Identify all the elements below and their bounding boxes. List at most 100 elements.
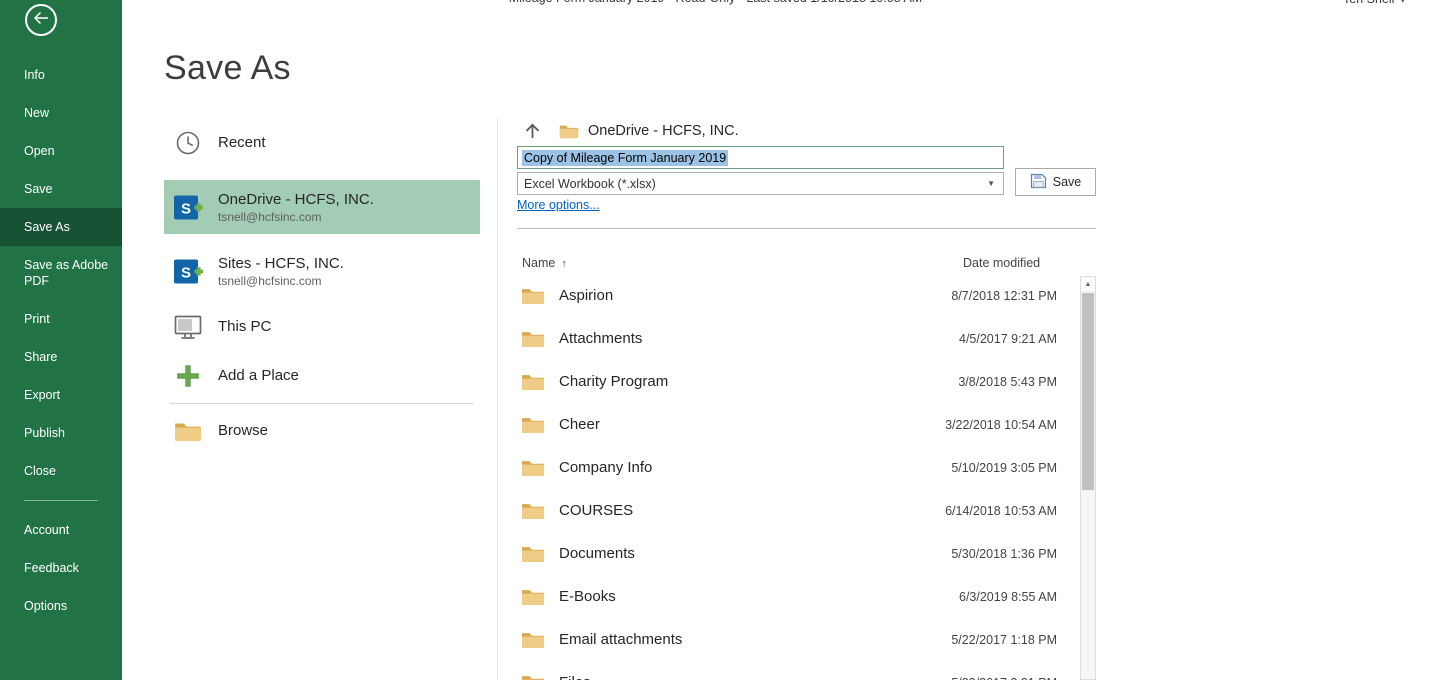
folder-date-modified: 5/22/2017 1:18 PM (951, 633, 1057, 647)
folder-icon (521, 458, 547, 477)
folder-row[interactable]: E-Books 6/3/2019 8:55 AM (517, 575, 1057, 618)
sidebar-item-export[interactable]: Export (0, 376, 122, 414)
folder-icon (521, 415, 547, 434)
folder-name: E-Books (559, 588, 616, 605)
places-list: Recent S OneDrive - HCFS, INC. tsnell@hc… (164, 121, 480, 453)
backstage-sidebar: Info New Open Save Save As Save as Adobe… (0, 0, 122, 680)
chevron-down-icon: ▾ (1400, 0, 1405, 5)
sidebar-item-open[interactable]: Open (0, 132, 122, 170)
sidebar-item-save-as-adobe-pdf[interactable]: Save as Adobe PDF (0, 246, 122, 300)
backstage-nav: Info New Open Save Save As Save as Adobe… (0, 56, 122, 625)
folder-icon (521, 286, 547, 305)
folder-icon (559, 123, 579, 139)
user-name: Teri Snell (1343, 0, 1394, 6)
save-button-label: Save (1053, 175, 1082, 189)
places-divider (170, 403, 474, 404)
save-icon (1030, 173, 1047, 192)
column-header-date-modified[interactable]: Date modified (963, 256, 1040, 270)
plus-icon (172, 360, 204, 392)
folder-row[interactable]: Aspirion 8/7/2018 12:31 PM (517, 274, 1057, 317)
folder-row[interactable]: Charity Program 3/8/2018 5:43 PM (517, 360, 1057, 403)
folder-name: Files (559, 674, 591, 680)
folder-row[interactable]: Cheer 3/22/2018 10:54 AM (517, 403, 1057, 446)
folder-name: Documents (559, 545, 635, 562)
place-subtitle: tsnell@hcfsinc.com (218, 210, 374, 224)
folder-date-modified: 5/10/2019 3:05 PM (951, 461, 1057, 475)
place-sites[interactable]: S Sites - HCFS, INC. tsnell@hcfsinc.com (164, 244, 480, 298)
titlebar: Mileage Form January 2019 - Read-Only - … (122, 0, 1431, 14)
computer-icon (172, 311, 204, 343)
folder-list: Aspirion 8/7/2018 12:31 PM Attachments 4… (517, 274, 1057, 680)
folder-icon (521, 372, 547, 391)
clock-icon (172, 127, 204, 159)
caret-down-icon: ▼ (987, 179, 995, 188)
place-recent[interactable]: Recent (164, 121, 480, 165)
folder-row[interactable]: Documents 5/30/2018 1:36 PM (517, 532, 1057, 575)
folder-date-modified: 5/30/2018 1:36 PM (951, 547, 1057, 561)
sidebar-item-save[interactable]: Save (0, 170, 122, 208)
scrollbar[interactable]: ▲ (1080, 276, 1096, 680)
folder-date-modified: 3/22/2018 10:54 AM (945, 418, 1057, 432)
sidebar-item-save-as[interactable]: Save As (0, 208, 122, 246)
sidebar-item-new[interactable]: New (0, 94, 122, 132)
scrollbar-thumb[interactable] (1082, 293, 1094, 490)
folder-date-modified: 8/7/2018 12:31 PM (951, 289, 1057, 303)
place-label: Sites - HCFS, INC. (218, 255, 344, 272)
filetype-dropdown[interactable]: Excel Workbook (*.xlsx) ▼ (517, 172, 1004, 195)
sidebar-item-info[interactable]: Info (0, 56, 122, 94)
place-label: Browse (218, 422, 268, 439)
place-label: OneDrive - HCFS, INC. (218, 191, 374, 208)
sidebar-divider (24, 500, 98, 501)
filename-input[interactable]: Copy of Mileage Form January 2019 (517, 146, 1004, 169)
back-button[interactable] (25, 4, 57, 36)
sidebar-item-publish[interactable]: Publish (0, 414, 122, 452)
account-user[interactable]: Teri Snell ▾ (1343, 0, 1405, 6)
folder-name: Email attachments (559, 631, 682, 648)
folder-date-modified: 3/8/2018 5:43 PM (958, 375, 1057, 389)
sidebar-item-feedback[interactable]: Feedback (0, 549, 122, 587)
folder-name: Attachments (559, 330, 642, 347)
folder-row[interactable]: Files 5/23/2017 2:31 PM (517, 661, 1057, 680)
panel-separator (497, 118, 498, 680)
list-divider (517, 228, 1096, 229)
place-add-a-place[interactable]: Add a Place (164, 354, 480, 398)
folder-name: COURSES (559, 502, 633, 519)
folder-icon (521, 673, 547, 680)
place-this-pc[interactable]: This PC (164, 305, 480, 349)
folder-date-modified: 6/3/2019 8:55 AM (959, 590, 1057, 604)
sidebar-item-print[interactable]: Print (0, 300, 122, 338)
folder-date-modified: 6/14/2018 10:53 AM (945, 504, 1057, 518)
folder-icon (521, 587, 547, 606)
folder-name: Company Info (559, 459, 652, 476)
folder-icon (521, 544, 547, 563)
folder-row[interactable]: Company Info 5/10/2019 3:05 PM (517, 446, 1057, 489)
place-subtitle: tsnell@hcfsinc.com (218, 274, 344, 288)
more-options-link[interactable]: More options... (517, 198, 600, 212)
folder-row[interactable]: Attachments 4/5/2017 9:21 AM (517, 317, 1057, 360)
filename-value: Copy of Mileage Form January 2019 (522, 150, 728, 166)
sharepoint-icon: S (172, 191, 204, 223)
folder-date-modified: 4/5/2017 9:21 AM (959, 332, 1057, 346)
place-browse[interactable]: Browse (164, 409, 480, 453)
folder-icon (172, 415, 204, 447)
up-directory-icon[interactable] (523, 122, 542, 140)
sidebar-item-options[interactable]: Options (0, 587, 122, 625)
folder-icon (521, 630, 547, 649)
scroll-up-icon[interactable]: ▲ (1081, 277, 1095, 292)
save-button[interactable]: Save (1015, 168, 1096, 196)
folder-name: Cheer (559, 416, 600, 433)
place-label: Add a Place (218, 367, 299, 384)
place-onedrive[interactable]: S OneDrive - HCFS, INC. tsnell@hcfsinc.c… (164, 180, 480, 234)
folder-date-modified: 5/23/2017 2:31 PM (951, 676, 1057, 680)
folder-icon (521, 329, 547, 348)
sidebar-item-close[interactable]: Close (0, 452, 122, 490)
folder-row[interactable]: Email attachments 5/22/2017 1:18 PM (517, 618, 1057, 661)
breadcrumb-location[interactable]: OneDrive - HCFS, INC. (588, 123, 739, 139)
folder-name: Charity Program (559, 373, 668, 390)
sharepoint-icon: S (172, 255, 204, 287)
sidebar-item-account[interactable]: Account (0, 511, 122, 549)
column-header-name[interactable]: Name↑ (522, 256, 567, 270)
document-title: Mileage Form January 2019 - Read-Only - … (122, 0, 1431, 5)
sidebar-item-share[interactable]: Share (0, 338, 122, 376)
folder-row[interactable]: COURSES 6/14/2018 10:53 AM (517, 489, 1057, 532)
